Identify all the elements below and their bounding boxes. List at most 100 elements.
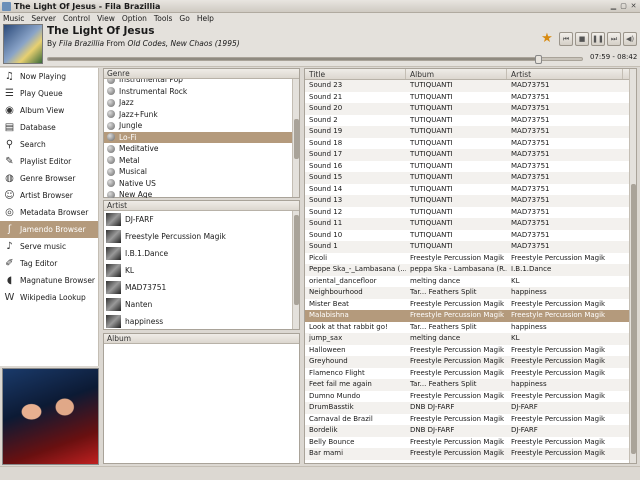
- menu-go[interactable]: Go: [179, 14, 189, 23]
- menu-server[interactable]: Server: [31, 14, 56, 23]
- artist-item[interactable]: DJ-FARF: [104, 211, 299, 228]
- sidebar-item-artist-browser[interactable]: ☺ Artist Browser: [0, 187, 98, 204]
- genre-item[interactable]: Native US: [104, 178, 299, 190]
- menu-tools[interactable]: Tools: [154, 14, 172, 23]
- track-artist-cell: MAD73751: [511, 219, 550, 227]
- minimize-icon[interactable]: ▁: [609, 2, 618, 11]
- table-row[interactable]: Sound 18 TUTIQUANTI MAD73751: [305, 138, 636, 150]
- sidebar-item-serve-music[interactable]: ♪ Serve music: [0, 238, 98, 255]
- table-row[interactable]: Carnaval de Brazil Freestyle Percussion M…: [305, 414, 636, 426]
- genre-item[interactable]: Meditative: [104, 143, 299, 155]
- table-row[interactable]: Neighbourhood Tar... Feathers Split happin…: [305, 287, 636, 299]
- sidebar-item-tag-editor[interactable]: ✐ Tag Editor: [0, 255, 98, 272]
- sidebar-item-database[interactable]: ▤ Database: [0, 119, 98, 136]
- volume-icon[interactable]: ◀): [623, 31, 637, 46]
- table-row[interactable]: Feet fail me again Tar... Feathers Split h…: [305, 379, 636, 391]
- table-row[interactable]: Bordelik DNB DJ-FARF DJ-FARF: [305, 425, 636, 437]
- table-row[interactable]: oriental_dancefloor melting dance KL: [305, 276, 636, 288]
- table-row[interactable]: Sound 21 TUTIQUANTI MAD73751: [305, 92, 636, 104]
- table-row[interactable]: Bar mami Freestyle Percussion Magik Freest…: [305, 448, 636, 460]
- stop-button[interactable]: ■: [575, 31, 589, 46]
- close-icon[interactable]: ✕: [629, 2, 638, 11]
- genre-item[interactable]: Jungle: [104, 120, 299, 132]
- menu-view[interactable]: View: [97, 14, 115, 23]
- star-icon[interactable]: ★: [540, 31, 554, 46]
- table-row[interactable]: Greyhound Freestyle Percussion Magik Frees…: [305, 356, 636, 368]
- artist-scrollbar-thumb[interactable]: [294, 215, 299, 305]
- genre-item[interactable]: Musical: [104, 166, 299, 178]
- table-row[interactable]: Sound 11 TUTIQUANTI MAD73751: [305, 218, 636, 230]
- sidebar-item-playlist-editor[interactable]: ✎ Playlist Editor: [0, 153, 98, 170]
- artist-label: Nanten: [125, 300, 153, 309]
- table-row[interactable]: Sound 15 TUTIQUANTI MAD73751: [305, 172, 636, 184]
- song-album[interactable]: Old Codes, New Chaos (1995): [128, 39, 240, 48]
- genre-scrollbar[interactable]: [292, 79, 299, 197]
- sidebar-item-play-queue[interactable]: ☰ Play Queue: [0, 85, 98, 102]
- table-row[interactable]: Malabishna Freestyle Percussion Magik Free…: [305, 310, 636, 322]
- table-row[interactable]: Mister Beat Freestyle Percussion Magik Fre…: [305, 299, 636, 311]
- seek-bar[interactable]: [47, 55, 583, 64]
- sidebar-item-now-playing[interactable]: ♫ Now Playing: [0, 68, 98, 85]
- table-row[interactable]: DrumBasstik DNB DJ-FARF DJ-FARF: [305, 402, 636, 414]
- genre-item[interactable]: Jazz: [104, 97, 299, 109]
- seek-bar-knob[interactable]: [534, 55, 542, 64]
- artist-item[interactable]: Nanten: [104, 296, 299, 313]
- table-row[interactable]: Sound 1 TUTIQUANTI MAD73751: [305, 241, 636, 253]
- song-artist[interactable]: Fila Brazillia: [59, 39, 104, 48]
- table-row[interactable]: Flamenco Flight Freestyle Percussion Magi…: [305, 368, 636, 380]
- sidebar-item-jamendo-browser[interactable]: ʃ Jamendo Browser: [0, 221, 98, 238]
- track-scrollbar[interactable]: [629, 69, 636, 463]
- sidebar-item-search[interactable]: ⚲ Search: [0, 136, 98, 153]
- artist-panel-header[interactable]: Artist: [104, 201, 299, 211]
- genre-item[interactable]: Lo-Fi: [104, 131, 299, 143]
- table-row[interactable]: Dumno Mundo Freestyle Percussion Magik Fre…: [305, 391, 636, 403]
- genre-item[interactable]: Metal: [104, 155, 299, 167]
- menu-control[interactable]: Control: [63, 14, 90, 23]
- table-row[interactable]: Sound 13 TUTIQUANTI MAD73751: [305, 195, 636, 207]
- genre-item[interactable]: Jazz+Funk: [104, 109, 299, 121]
- genre-scrollbar-thumb[interactable]: [294, 119, 299, 159]
- table-row[interactable]: Sound 2 TUTIQUANTI MAD73751: [305, 115, 636, 127]
- sidebar-item-wikipedia-lookup[interactable]: W Wikipedia Lookup: [0, 289, 98, 306]
- artist-scrollbar[interactable]: [292, 211, 299, 329]
- artist-item[interactable]: KL: [104, 262, 299, 279]
- genre-panel-header[interactable]: Genre: [104, 69, 299, 79]
- table-row[interactable]: Sound 10 TUTIQUANTI MAD73751: [305, 230, 636, 242]
- table-row[interactable]: Sound 23 TUTIQUANTI MAD73751: [305, 80, 636, 92]
- sidebar-item-album-view[interactable]: ◉ Album View: [0, 102, 98, 119]
- maximize-icon[interactable]: ▢: [619, 2, 628, 11]
- menu-help[interactable]: Help: [197, 14, 214, 23]
- sidebar-item-metadata-browser[interactable]: ◎ Metadata Browser: [0, 204, 98, 221]
- pause-button[interactable]: ❚❚: [591, 31, 605, 46]
- next-button[interactable]: ⏭: [607, 31, 621, 46]
- genre-item[interactable]: Instrumental Rock: [104, 86, 299, 98]
- table-row[interactable]: Belly Bounce Freestyle Percussion Magik Fr…: [305, 437, 636, 449]
- table-row[interactable]: jump_sax melting dance KL: [305, 333, 636, 345]
- column-artist[interactable]: Artist: [507, 69, 623, 79]
- table-row[interactable]: Sound 14 TUTIQUANTI MAD73751: [305, 184, 636, 196]
- artist-item[interactable]: happiness: [104, 313, 299, 330]
- menu-music[interactable]: Music: [3, 14, 24, 23]
- genre-item[interactable]: New Age: [104, 189, 299, 198]
- track-scrollbar-thumb[interactable]: [631, 184, 636, 454]
- previous-button[interactable]: ⏮: [559, 31, 573, 46]
- table-row[interactable]: Sound 17 TUTIQUANTI MAD73751: [305, 149, 636, 161]
- table-row[interactable]: Halloween Freestyle Percussion Magik Frees…: [305, 345, 636, 357]
- table-row[interactable]: Sound 16 TUTIQUANTI MAD73751: [305, 161, 636, 173]
- table-row[interactable]: Look at that rabbit go! Tar... Feathers S…: [305, 322, 636, 334]
- column-album[interactable]: Album: [406, 69, 507, 79]
- artist-item[interactable]: MAD73751: [104, 279, 299, 296]
- sidebar-item-genre-browser[interactable]: ◍ Genre Browser: [0, 170, 98, 187]
- menu-option[interactable]: Option: [122, 14, 147, 23]
- sidebar-item-label: Magnatune Browser: [20, 276, 96, 285]
- artist-item[interactable]: I.B.1.Dance: [104, 245, 299, 262]
- album-panel-header[interactable]: Album: [104, 334, 299, 344]
- table-row[interactable]: Sound 20 TUTIQUANTI MAD73751: [305, 103, 636, 115]
- table-row[interactable]: Sound 12 TUTIQUANTI MAD73751: [305, 207, 636, 219]
- table-row[interactable]: Sound 19 TUTIQUANTI MAD73751: [305, 126, 636, 138]
- table-row[interactable]: Peppe Ska_-_Lambasana (... peppa Ska - La…: [305, 264, 636, 276]
- column-title[interactable]: Title: [305, 69, 406, 79]
- sidebar-item-magnatune-browser[interactable]: ◖ Magnatune Browser: [0, 272, 98, 289]
- table-row[interactable]: Picoli Freestyle Percussion Magik Freestyl…: [305, 253, 636, 265]
- artist-item[interactable]: Freestyle Percussion Magik: [104, 228, 299, 245]
